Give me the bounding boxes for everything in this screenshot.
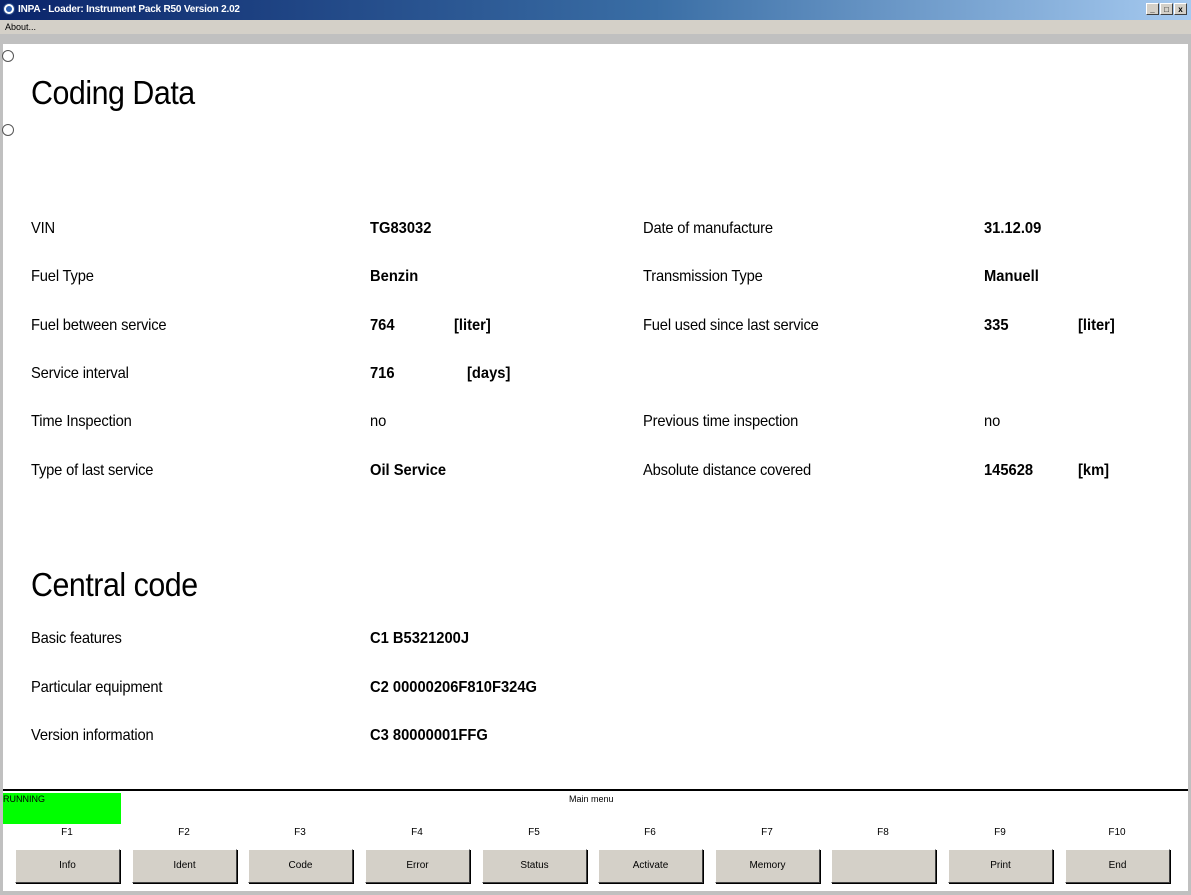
value-basic-features: C1 B5321200J [370, 630, 470, 647]
unit-absolute-distance-covered: [km] [1078, 462, 1110, 479]
fkey-label-f2: F2 [178, 827, 190, 838]
value-time-inspection: no [370, 413, 387, 430]
value-previous-time-inspection: no [984, 413, 1001, 430]
value-particular-equipment: C2 00000206F810F324G [370, 679, 537, 696]
value-version-information: C3 80000001FFG [370, 727, 488, 744]
label-previous-time-inspection: Previous time inspection [643, 413, 799, 430]
label-fuel-type: Fuel Type [31, 268, 94, 285]
app-icon [3, 3, 15, 15]
value-fuel-between-service: 764 [370, 317, 395, 334]
fkey-label-f10: F10 [1108, 827, 1126, 838]
label-fuel-between-service: Fuel between service [31, 317, 167, 334]
label-version-information: Version information [31, 727, 154, 744]
fkey-label-f6: F6 [644, 827, 656, 838]
value-service-interval: 716 [370, 365, 395, 382]
function-key-panel: RUNNING Main menu F1 F2 F3 F4 F5 F6 F7 F… [3, 789, 1188, 891]
f9-print-button[interactable]: Print [948, 849, 1053, 883]
label-time-inspection: Time Inspection [31, 413, 132, 430]
fkey-label-f8: F8 [877, 827, 889, 838]
radio-option-1[interactable] [2, 50, 14, 62]
fkey-label-f3: F3 [294, 827, 306, 838]
close-button[interactable]: x [1174, 3, 1187, 15]
label-type-of-last-service: Type of last service [31, 462, 154, 479]
menu-bar: About... [0, 20, 1191, 34]
maximize-button[interactable]: □ [1160, 3, 1173, 15]
value-transmission-type: Manuell [984, 268, 1039, 285]
f1-info-button[interactable]: Info [15, 849, 120, 883]
title-bar: INPA - Loader: Instrument Pack R50 Versi… [0, 0, 1191, 20]
f5-status-button[interactable]: Status [482, 849, 587, 883]
label-fuel-used-since-last-service: Fuel used since last service [643, 317, 819, 334]
window-controls: _ □ x [1146, 3, 1187, 15]
fkey-label-f7: F7 [761, 827, 773, 838]
f3-code-button[interactable]: Code [248, 849, 353, 883]
unit-fuel-between-service: [liter] [454, 317, 491, 334]
label-particular-equipment: Particular equipment [31, 679, 163, 696]
fkey-label-f1: F1 [61, 827, 73, 838]
label-service-interval: Service interval [31, 365, 129, 382]
f10-end-button[interactable]: End [1065, 849, 1170, 883]
status-badge: RUNNING [3, 793, 121, 824]
f2-ident-button[interactable]: Ident [132, 849, 237, 883]
menu-caption: Main menu [569, 794, 614, 804]
label-vin: VIN [31, 220, 55, 237]
window-title: INPA - Loader: Instrument Pack R50 Versi… [18, 4, 240, 15]
value-fuel-used-since-last-service: 335 [984, 317, 1009, 334]
f4-error-button[interactable]: Error [365, 849, 470, 883]
value-vin: TG83032 [370, 220, 432, 237]
main-panel: Coding Data VIN TG83032 Fuel Type Benzin… [2, 44, 1188, 789]
radio-option-2[interactable] [2, 124, 14, 136]
f6-activate-button[interactable]: Activate [598, 849, 703, 883]
label-basic-features: Basic features [31, 630, 122, 647]
fkey-label-f5: F5 [528, 827, 540, 838]
value-fuel-type: Benzin [370, 268, 419, 285]
coding-heading: Coding Data [31, 74, 195, 111]
central-code-heading: Central code [31, 566, 198, 603]
fkey-label-f9: F9 [994, 827, 1006, 838]
unit-service-interval: [days] [467, 365, 511, 382]
label-transmission-type: Transmission Type [643, 268, 763, 285]
minimize-button[interactable]: _ [1146, 3, 1159, 15]
value-date-of-manufacture: 31.12.09 [984, 220, 1042, 237]
value-absolute-distance-covered: 145628 [984, 462, 1034, 479]
unit-fuel-used-since-last-service: [liter] [1078, 317, 1115, 334]
f7-memory-button[interactable]: Memory [715, 849, 820, 883]
fkey-label-f4: F4 [411, 827, 423, 838]
label-absolute-distance-covered: Absolute distance covered [643, 462, 812, 479]
value-type-of-last-service: Oil Service [370, 462, 447, 479]
label-date-of-manufacture: Date of manufacture [643, 220, 773, 237]
f8-button[interactable] [831, 849, 936, 883]
menu-item-about[interactable]: About... [5, 20, 36, 34]
